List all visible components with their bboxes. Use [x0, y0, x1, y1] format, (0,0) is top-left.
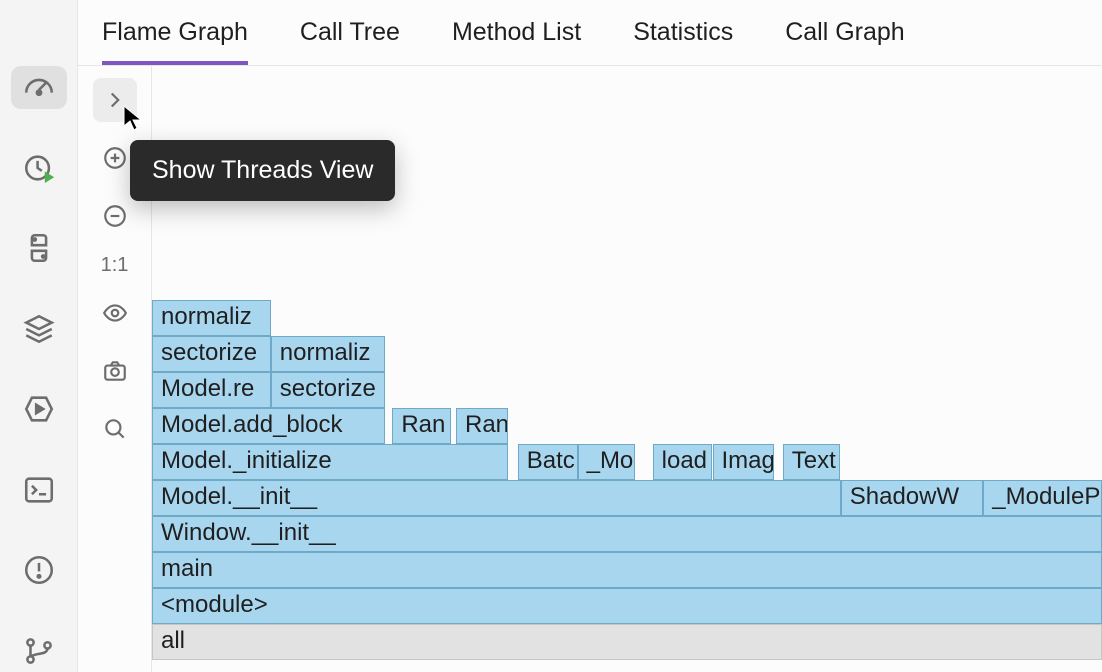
play-hex-icon[interactable]: [11, 388, 67, 431]
warning-icon[interactable]: [11, 549, 67, 592]
flame-cell[interactable]: <module>: [152, 588, 1102, 624]
flame-cell[interactable]: Ran: [456, 408, 508, 444]
flame-cell[interactable]: Imag: [713, 444, 775, 480]
flame-row: Window.__init__: [152, 516, 1102, 552]
flame-cell[interactable]: Model.__init__: [152, 480, 841, 516]
flame-cell[interactable]: Ran: [392, 408, 451, 444]
flame-graph: normalizsectorizenormalizModel.resectori…: [152, 66, 1102, 672]
flame-row: all: [152, 624, 1102, 660]
tab-flame-graph[interactable]: Flame Graph: [102, 18, 248, 65]
terminal-icon[interactable]: [11, 469, 67, 512]
flame-row: normaliz: [152, 300, 1102, 336]
flame-cell[interactable]: main: [152, 552, 1102, 588]
flame-cell[interactable]: _Mo: [578, 444, 635, 480]
python-icon[interactable]: [11, 227, 67, 270]
camera-icon[interactable]: [93, 349, 137, 393]
flame-cell[interactable]: Model.re: [152, 372, 271, 408]
flame-cell[interactable]: normaliz: [152, 300, 271, 336]
flame-cell[interactable]: sectorize: [271, 372, 385, 408]
content-area: 1:1 normalizsectorizenormalizModel.resec…: [78, 66, 1102, 672]
gauge-icon[interactable]: [11, 66, 67, 109]
flame-row: Model.add_blockRanRan: [152, 408, 1102, 444]
flame-cell[interactable]: normaliz: [271, 336, 385, 372]
flame-cell[interactable]: all: [152, 624, 1102, 660]
git-branch-icon[interactable]: [11, 630, 67, 672]
eye-icon[interactable]: [93, 291, 137, 335]
flame-row: sectorizenormaliz: [152, 336, 1102, 372]
flame-cell[interactable]: _ModuleP: [983, 480, 1102, 516]
flame-cell[interactable]: Window.__init__: [152, 516, 1102, 552]
zoom-in-icon[interactable]: [93, 136, 137, 180]
tab-call-tree[interactable]: Call Tree: [300, 18, 400, 65]
flame-cell[interactable]: load: [653, 444, 713, 480]
clock-play-icon[interactable]: [11, 147, 67, 190]
flame-cell[interactable]: Text: [783, 444, 840, 480]
tool-column: 1:1: [78, 66, 152, 672]
tab-bar: Flame Graph Call Tree Method List Statis…: [78, 0, 1102, 66]
flame-cell[interactable]: Model._initialize: [152, 444, 508, 480]
layers-icon[interactable]: [11, 308, 67, 351]
left-rail: [0, 0, 78, 672]
flame-row: main: [152, 552, 1102, 588]
flame-cell[interactable]: ShadowW: [841, 480, 984, 516]
flame-row: Model._initialize Batc_Mo loadImagText: [152, 444, 1102, 480]
scale-label: 1:1: [101, 254, 129, 277]
flame-row: Model.__init__ShadowW_ModuleP: [152, 480, 1102, 516]
main-panel: Flame Graph Call Tree Method List Statis…: [78, 0, 1102, 672]
search-icon[interactable]: [93, 407, 137, 451]
zoom-out-icon[interactable]: [93, 194, 137, 238]
flame-row: <module>: [152, 588, 1102, 624]
tab-statistics[interactable]: Statistics: [633, 18, 733, 65]
flame-cell[interactable]: sectorize: [152, 336, 271, 372]
expand-threads-button[interactable]: [93, 78, 137, 122]
tab-call-graph[interactable]: Call Graph: [785, 18, 905, 65]
flame-row: Model.resectorize: [152, 372, 1102, 408]
flame-cell[interactable]: Batc: [518, 444, 578, 480]
tab-method-list[interactable]: Method List: [452, 18, 581, 65]
flame-cell[interactable]: Model.add_block: [152, 408, 385, 444]
